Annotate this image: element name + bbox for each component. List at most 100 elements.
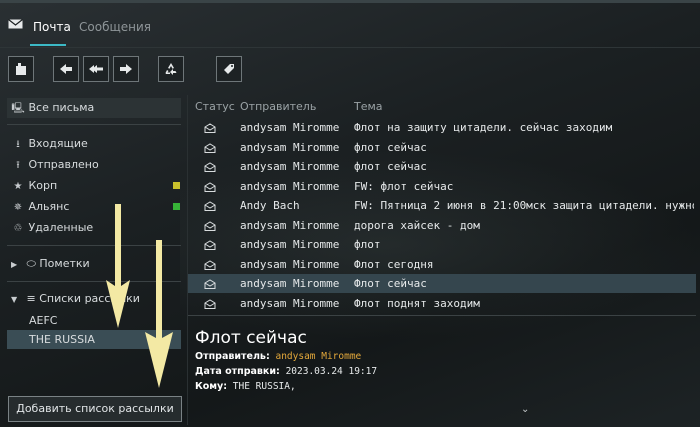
sender-cell: andysam Miromme: [240, 257, 340, 271]
sender-cell: andysam Miromme: [240, 160, 340, 173]
header-divider: [0, 47, 700, 48]
reply-all-icon: [89, 65, 103, 73]
table-row[interactable]: andysam Miromme Флот поднят заходим: [188, 294, 696, 313]
status-cell: [204, 196, 216, 215]
list-icon: ≡: [26, 292, 36, 305]
sender-link[interactable]: andysam Miromme: [275, 351, 361, 362]
sidebar-item-alliance[interactable]: ✵ Альянс: [11, 198, 70, 216]
column-header-sender[interactable]: Отправитель: [240, 100, 316, 113]
reply-icon: [60, 64, 72, 74]
status-cell: [204, 118, 216, 137]
sender-cell: andysam Miromme: [240, 238, 340, 251]
forward-button[interactable]: [113, 56, 139, 82]
sidebar-item-sent[interactable]: ⭱ Отправлено: [11, 156, 99, 174]
table-row[interactable]: Andy Bach FW: Пятница 2 июня в 21:00мск з…: [188, 196, 696, 215]
preview-title: Флот сейчас: [195, 328, 307, 348]
alliance-icon: ✵: [13, 202, 23, 213]
sidebar-item-label: Корп: [28, 179, 58, 192]
table-row[interactable]: andysam Miromme флот сейчас: [188, 157, 696, 176]
subject-cell: Флот поднят заходим: [354, 296, 480, 310]
envelope-open-icon: [204, 220, 216, 231]
sender-cell: andysam Miromme: [240, 121, 340, 134]
subject-cell: Флот на защиту цитадели. сейчас заходим: [354, 121, 613, 134]
inbox-tray-icon: 🖳: [11, 103, 25, 114]
to-label: Кому:: [195, 381, 228, 392]
table-row[interactable]: andysam Miromme FW: флот сейчас: [188, 177, 696, 196]
subject-cell: флот: [354, 238, 381, 251]
table-row[interactable]: andysam Miromme Флот на защиту цитадели. …: [188, 118, 696, 137]
compose-icon: [16, 63, 26, 75]
status-cell: [204, 274, 216, 293]
sidebar-item-all[interactable]: 🖳 Все письма: [11, 99, 94, 117]
label-icon: ⬭: [26, 257, 36, 270]
group-label: Пометки: [39, 257, 90, 270]
sidebar-item-deleted[interactable]: ♲ Удаленные: [11, 219, 94, 237]
envelope-open-icon: [204, 259, 216, 270]
header: Почта Сообщения: [0, 3, 700, 43]
star-icon: ★: [13, 181, 23, 192]
subject-cell: Флот сейчас: [354, 277, 427, 290]
subject-cell: флот сейчас: [354, 160, 427, 173]
column-header-status[interactable]: Статус: [195, 100, 235, 113]
sidebar-item-label: Отправлено: [28, 158, 99, 171]
tag-icon: [224, 64, 234, 74]
recycle-icon: ♲: [13, 223, 23, 234]
tag-button[interactable]: [216, 56, 242, 82]
sidebar-item-label: Альянс: [28, 200, 70, 213]
sender-cell: andysam Miromme: [240, 140, 340, 154]
add-mailing-list-button[interactable]: Добавить список рассылки: [8, 396, 182, 422]
sidebar-item-corp[interactable]: ★ Корп: [11, 177, 58, 195]
status-cell: [204, 255, 216, 274]
table-row[interactable]: andysam Miromme дорога хайсек - дом: [188, 216, 696, 235]
reply-button[interactable]: [53, 56, 79, 82]
subject-cell: дорога хайсек - дом: [354, 218, 480, 232]
table-row[interactable]: andysam Miromme флот сейчас: [188, 138, 696, 157]
envelope-open-icon: [204, 201, 216, 211]
table-divider: [188, 315, 696, 316]
tab-messages[interactable]: Сообщения: [79, 20, 151, 34]
sidebar-item-label: Все письма: [28, 101, 95, 114]
table-row[interactable]: andysam Miromme флот: [188, 235, 696, 254]
table-row[interactable]: andysam Miromme Флот сегодня: [188, 255, 696, 274]
preview-to-line: Кому: THE RUSSIA,: [195, 381, 296, 392]
inbox-icon: ⭳: [16, 139, 20, 150]
recycle-icon: [165, 63, 177, 75]
delete-button[interactable]: [158, 56, 184, 82]
to-value[interactable]: THE RUSSIA,: [233, 381, 296, 392]
date-value: 2023.03.24 19:17: [285, 366, 378, 377]
sender-label: Отправитель:: [195, 351, 270, 362]
envelope-open-icon: [204, 298, 216, 309]
annotation-arrow-icon: [145, 240, 173, 388]
sidebar-item-label: Входящие: [28, 137, 88, 150]
subject-cell: флот сейчас: [354, 140, 427, 154]
tab-mail[interactable]: Почта: [33, 20, 71, 34]
table-row[interactable]: andysam Miromme Флот сейчас: [188, 274, 696, 293]
expand-chevron-icon[interactable]: ⌄: [521, 404, 529, 415]
sender-cell: andysam Miromme: [240, 179, 340, 193]
envelope-open-icon: [204, 279, 216, 289]
sender-cell: andysam Miromme: [240, 218, 340, 232]
status-cell: [204, 235, 216, 254]
envelope-open-icon: [204, 240, 216, 250]
envelope-open-icon: [204, 142, 216, 153]
sidebar-item-inbox[interactable]: ⭳ Входящие: [11, 135, 88, 153]
reply-all-button[interactable]: [83, 56, 109, 82]
status-cell: [204, 157, 216, 176]
status-cell: [204, 216, 216, 235]
forward-icon: [120, 64, 132, 74]
sender-cell: Andy Bach: [240, 199, 300, 212]
active-tab-indicator: [30, 44, 66, 46]
envelope-open-icon: [204, 123, 216, 133]
preview-sender-line: Отправитель: andysam Miromme: [195, 351, 361, 362]
subject-cell: Флот сегодня: [354, 257, 434, 271]
sender-cell: andysam Miromme: [240, 296, 340, 310]
labels-group[interactable]: ▶ ⬭ Пометки: [11, 255, 90, 273]
subject-cell: FW: флот сейчас: [354, 179, 454, 193]
sender-cell: andysam Miromme: [240, 277, 340, 290]
status-cell: [204, 177, 216, 196]
collapse-arrow-icon: ▼: [11, 295, 18, 304]
envelope-open-icon: [204, 162, 216, 172]
status-cell: [204, 138, 216, 157]
compose-button[interactable]: [8, 56, 34, 82]
column-header-subject[interactable]: Тема: [354, 100, 383, 113]
